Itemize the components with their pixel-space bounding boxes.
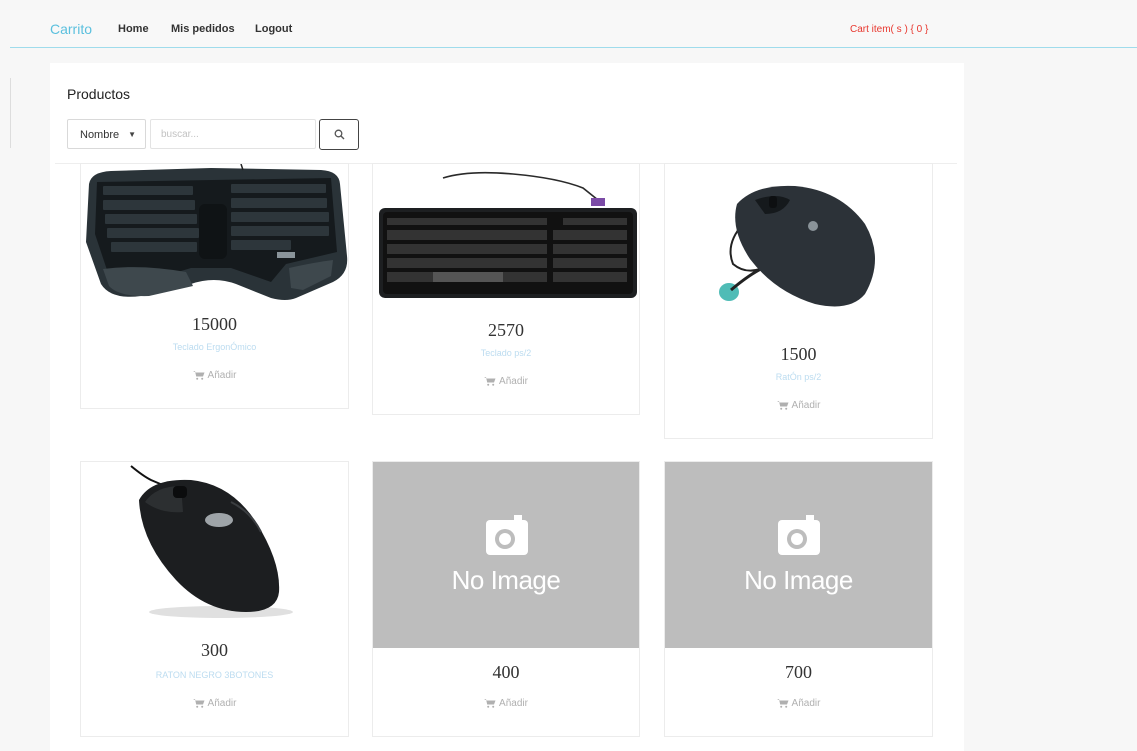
product-card: 2570 Teclado ps/2 Añadir [372, 163, 640, 415]
product-image-placeholder: No Image [373, 462, 639, 648]
cart-icon [484, 699, 496, 708]
search-icon [334, 129, 345, 140]
nav-home-link[interactable]: Home [118, 23, 149, 35]
product-price: 1500 [780, 344, 817, 364]
no-image-text: No Image [451, 565, 561, 595]
camera-icon [486, 515, 528, 555]
page-title: Productos [67, 86, 131, 102]
product-image [86, 164, 348, 300]
cart-icon [484, 377, 496, 386]
product-image-placeholder: No Image [665, 462, 932, 648]
nav-orders-link[interactable]: Mis pedidos [171, 23, 235, 35]
add-label: Añadir [499, 376, 528, 387]
product-price: 400 [492, 662, 520, 682]
product-image [379, 171, 637, 298]
add-to-cart-button[interactable]: Añadir [665, 698, 932, 709]
product-name[interactable]: Teclado ps/2 [373, 348, 639, 358]
product-price: 15000 [192, 314, 237, 334]
add-label: Añadir [499, 698, 528, 709]
product-price: 300 [201, 640, 228, 660]
cart-icon [192, 371, 205, 380]
product-name[interactable]: Teclado ErgonÓmico [81, 342, 348, 352]
cart-icon [776, 401, 789, 410]
product-card: 1500 RatÓn ps/2 Añadir [664, 163, 933, 439]
add-to-cart-button[interactable]: Añadir [665, 400, 932, 411]
product-card: No Image 700 Añadir [664, 461, 933, 737]
product-name[interactable]: RATON NEGRO 3BOTONES [81, 670, 348, 680]
no-image-text: No Image [744, 565, 853, 595]
add-to-cart-button[interactable]: Añadir [81, 370, 348, 381]
filter-select[interactable]: Nombre ▼ [67, 119, 146, 149]
navbar: Carrito Home Mis pedidos Logout Cart ite… [10, 10, 1137, 48]
filter-select-value: Nombre [80, 129, 120, 141]
search-input[interactable] [150, 119, 316, 149]
cart-icon [776, 699, 789, 708]
product-card: No Image 400 Añadir [372, 461, 640, 737]
product-price: 700 [785, 662, 812, 682]
products-panel: Productos Nombre ▼ buscar... 15000 Tecla… [50, 63, 964, 751]
select-caret-icon: ▼ [128, 130, 136, 139]
add-to-cart-button[interactable]: Añadir [81, 698, 348, 709]
product-card: 15000 Teclado ErgonÓmico Añadir [80, 163, 349, 409]
nav-logout-link[interactable]: Logout [255, 23, 292, 35]
add-label: Añadir [791, 698, 821, 709]
add-to-cart-button[interactable]: Añadir [373, 698, 639, 709]
add-label: Añadir [207, 370, 237, 381]
add-to-cart-button[interactable]: Añadir [373, 376, 639, 387]
product-card: 300 RATON NEGRO 3BOTONES Añadir [80, 461, 349, 737]
product-price: 2570 [488, 320, 524, 340]
camera-icon [778, 515, 820, 555]
product-name[interactable]: RatÓn ps/2 [665, 372, 932, 382]
product-image [130, 465, 293, 618]
cart-items-link[interactable]: Cart item( s ) { 0 } [850, 24, 928, 35]
add-label: Añadir [791, 400, 821, 411]
cart-icon [192, 699, 205, 708]
add-label: Añadir [207, 698, 237, 709]
product-image [719, 185, 875, 307]
search-button[interactable] [319, 119, 359, 150]
brand-link[interactable]: Carrito [50, 21, 92, 37]
window-edge-line [10, 78, 11, 148]
